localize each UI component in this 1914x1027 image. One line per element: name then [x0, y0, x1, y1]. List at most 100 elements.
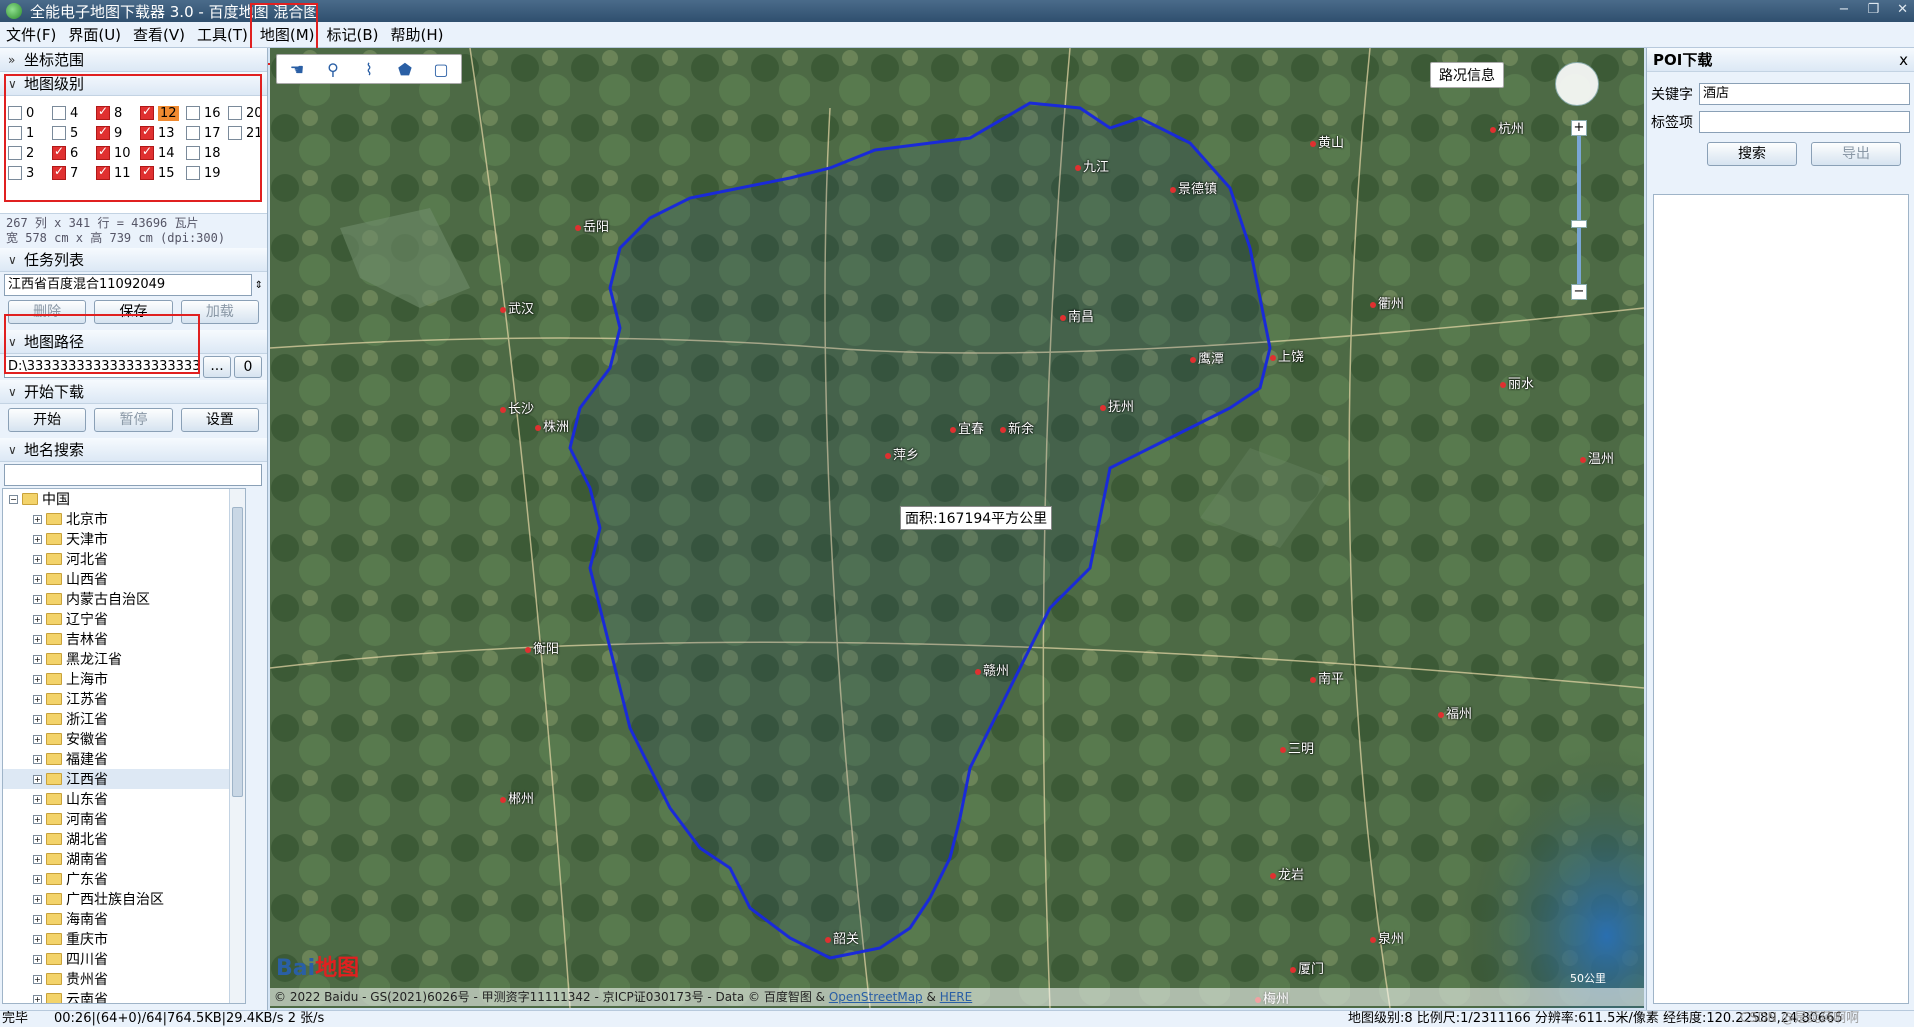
city-label[interactable]: 萍乡 — [885, 444, 919, 463]
expand-icon[interactable]: + — [33, 994, 42, 1003]
tree-item[interactable]: + 浙江省 — [3, 709, 245, 729]
tree-item[interactable]: + 天津市 — [3, 529, 245, 549]
expand-icon[interactable]: + — [33, 554, 42, 564]
menu-help[interactable]: 帮助(H) — [385, 22, 450, 48]
city-label[interactable]: 厦门 — [1290, 958, 1324, 977]
tree-item[interactable]: + 贵州省 — [3, 969, 245, 989]
maximize-button[interactable]: ❐ — [1867, 2, 1879, 17]
zoom-in-button[interactable]: + — [1571, 120, 1587, 136]
delete-button[interactable]: 删除 — [8, 300, 87, 324]
checkbox-icon[interactable] — [8, 166, 22, 180]
level-checkbox-7[interactable]: 7 — [52, 164, 78, 182]
tree-item-root[interactable]: − 中国 — [3, 489, 245, 509]
level-checkbox-16[interactable]: 16 — [186, 104, 221, 122]
tree-item[interactable]: + 上海市 — [3, 669, 245, 689]
level-checkbox-9[interactable]: 9 — [96, 124, 122, 142]
menu-interface[interactable]: 界面(U) — [62, 22, 127, 48]
city-label[interactable]: 杭州 — [1490, 118, 1524, 137]
checkbox-icon[interactable] — [96, 164, 110, 180]
collapse-icon[interactable]: − — [9, 494, 18, 504]
polygon-icon[interactable]: ⬟ — [389, 57, 421, 81]
section-map-level[interactable]: ∨ 地图级别 — [0, 72, 267, 96]
checkbox-icon[interactable] — [8, 106, 22, 120]
expand-icon[interactable]: + — [33, 594, 42, 604]
open-path-button[interactable]: 0 — [234, 356, 262, 378]
city-label[interactable]: 上饶 — [1270, 346, 1304, 365]
tree-scrollbar[interactable] — [229, 489, 245, 1003]
expand-icon[interactable]: + — [33, 734, 42, 744]
expand-icon[interactable]: + — [33, 814, 42, 824]
city-label[interactable]: 赣州 — [975, 660, 1009, 679]
tree-item[interactable]: + 山东省 — [3, 789, 245, 809]
tree-item[interactable]: + 重庆市 — [3, 929, 245, 949]
checkbox-icon[interactable] — [52, 144, 66, 160]
level-checkbox-1[interactable]: 1 — [8, 124, 34, 142]
city-label[interactable]: 株洲 — [535, 416, 569, 435]
marker-pin-icon[interactable]: ⚲ — [317, 57, 349, 81]
expand-icon[interactable]: + — [33, 794, 42, 804]
openstreetmap-link[interactable]: OpenStreetMap — [829, 990, 923, 1004]
level-checkbox-3[interactable]: 3 — [8, 164, 34, 182]
rectangle-icon[interactable]: ▢ — [425, 57, 457, 81]
level-checkbox-11[interactable]: 11 — [96, 164, 131, 182]
checkbox-icon[interactable] — [8, 126, 22, 140]
tree-item[interactable]: + 广西壮族自治区 — [3, 889, 245, 909]
level-checkbox-5[interactable]: 5 — [52, 124, 78, 142]
menu-view[interactable]: 查看(V) — [127, 22, 191, 48]
checkbox-icon[interactable] — [140, 124, 154, 140]
section-place-search[interactable]: ∨ 地名搜索 — [0, 438, 267, 462]
scroll-thumb[interactable] — [232, 507, 243, 797]
expand-icon[interactable]: + — [33, 974, 42, 984]
level-checkbox-4[interactable]: 4 — [52, 104, 78, 122]
section-coord-range[interactable]: » 坐标范围 — [0, 48, 267, 72]
tree-item[interactable]: + 江西省 — [3, 769, 245, 789]
city-label[interactable]: 郴州 — [500, 788, 534, 807]
level-checkbox-10[interactable]: 10 — [96, 144, 131, 162]
level-checkbox-21[interactable]: 21 — [228, 124, 263, 142]
expand-icon[interactable]: + — [33, 854, 42, 864]
tree-item[interactable]: + 河南省 — [3, 809, 245, 829]
spin-icon[interactable]: ⇕ — [255, 280, 263, 291]
load-button[interactable]: 加载 — [180, 300, 259, 324]
city-label[interactable]: 丽水 — [1500, 373, 1534, 392]
zoom-control[interactable]: + − — [1571, 120, 1587, 300]
poi-result-list[interactable] — [1653, 194, 1909, 1004]
city-label[interactable]: 黄山 — [1310, 132, 1344, 151]
city-label[interactable]: 温州 — [1580, 448, 1614, 467]
browse-button[interactable]: ... — [203, 356, 231, 378]
map-view[interactable]: ☚ ⚲ ⌇ ⬟ ▢ 路况信息 + − 南昌九江景德镇上饶鹰潭抚州宜春新余萍乡吉安… — [270, 48, 1644, 1008]
city-label[interactable]: 岳阳 — [575, 216, 609, 235]
tag-input[interactable] — [1699, 111, 1910, 133]
checkbox-icon[interactable] — [140, 164, 154, 180]
tree-item[interactable]: + 湖南省 — [3, 849, 245, 869]
city-label[interactable]: 泉州 — [1370, 928, 1404, 947]
tree-item[interactable]: + 山西省 — [3, 569, 245, 589]
checkbox-icon[interactable] — [140, 144, 154, 160]
city-label[interactable]: 长沙 — [500, 398, 534, 417]
checkbox-icon[interactable] — [96, 144, 110, 160]
zoom-track[interactable] — [1577, 130, 1581, 290]
keyword-input[interactable]: 酒店 — [1699, 83, 1910, 105]
expand-icon[interactable]: + — [33, 694, 42, 704]
level-checkbox-15[interactable]: 15 — [140, 164, 175, 182]
city-label[interactable]: 新余 — [1000, 418, 1034, 437]
level-checkbox-8[interactable]: 8 — [96, 104, 122, 122]
checkbox-icon[interactable] — [52, 164, 66, 180]
city-label[interactable]: 鹰潭 — [1190, 348, 1224, 367]
checkbox-icon[interactable] — [8, 146, 22, 160]
city-label[interactable]: 宜春 — [950, 418, 984, 437]
menu-tools[interactable]: 工具(T) — [191, 22, 254, 48]
section-start-download[interactable]: ∨ 开始下载 — [0, 380, 267, 404]
tree-item[interactable]: + 辽宁省 — [3, 609, 245, 629]
save-button[interactable]: 保存 — [94, 300, 173, 324]
level-checkbox-13[interactable]: 13 — [140, 124, 175, 142]
checkbox-icon[interactable] — [140, 104, 154, 120]
level-checkbox-2[interactable]: 2 — [8, 144, 34, 162]
expand-icon[interactable]: + — [33, 754, 42, 764]
tree-item[interactable]: + 湖北省 — [3, 829, 245, 849]
path-input[interactable]: D:\33333333333333333333333 — [4, 356, 200, 378]
checkbox-icon[interactable] — [96, 104, 110, 120]
place-search-input[interactable] — [4, 464, 262, 486]
expand-icon[interactable]: + — [33, 894, 42, 904]
expand-icon[interactable]: + — [33, 934, 42, 944]
